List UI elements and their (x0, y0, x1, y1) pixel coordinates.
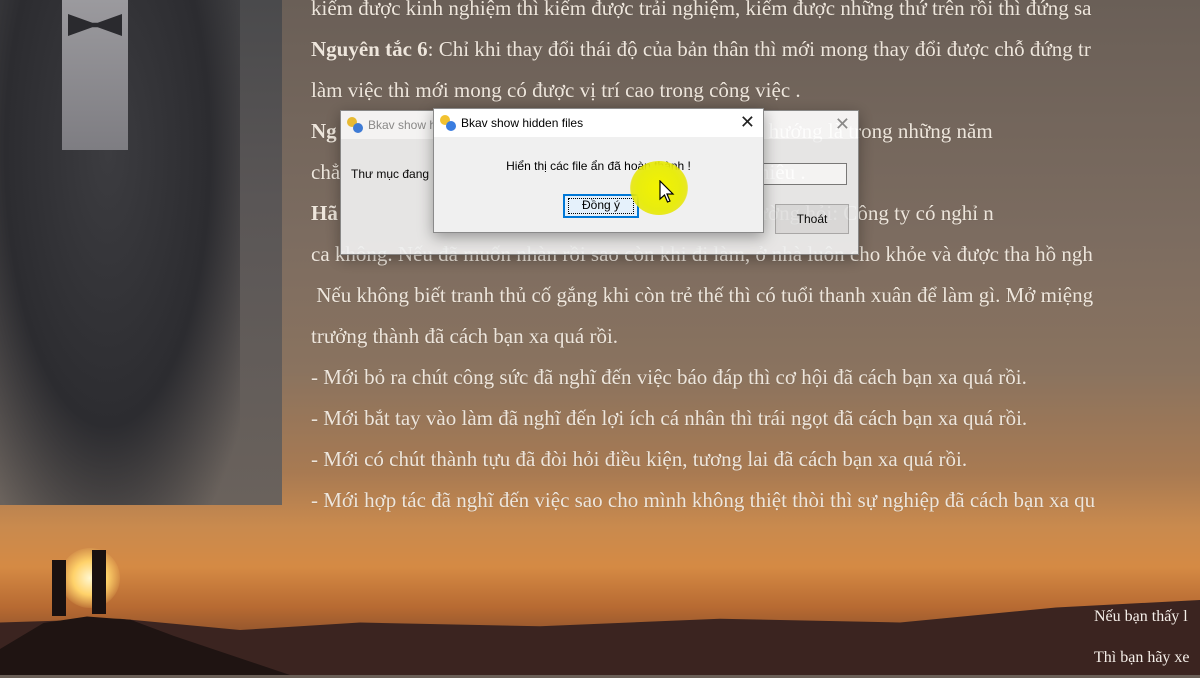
document-line: Nguyên tắc 6: Chỉ khi thay đổi thái độ c… (311, 29, 1200, 70)
document-line: - Mới có chút thành tựu đã đòi hỏi điều … (311, 439, 1200, 480)
focus-rect (568, 198, 634, 214)
document-line: - Mới bỏ ra chút công sức đã nghĩ đến vi… (311, 357, 1200, 398)
bottom-line-1: Nếu bạn thấy l (1094, 608, 1188, 625)
document-line: kiếm được kinh nghiệm thì kiếm được trải… (311, 0, 1200, 29)
document-line-text: - Mới bắt tay vào làm đã nghĩ đến lợi íc… (311, 406, 1028, 430)
person-silhouette-right (92, 550, 106, 614)
close-icon[interactable]: ✕ (740, 112, 755, 132)
completion-message: Hiển thị các file ẩn đã hoàn thành ! (506, 159, 691, 173)
document-line-bold: Nguyên tắc 6 (311, 37, 428, 61)
document-line: làm việc thì mới mong có được vị trí cao… (311, 70, 1200, 111)
bkav-app-icon (347, 117, 363, 133)
document-line-text: - Mới bỏ ra chút công sức đã nghĩ đến vi… (311, 365, 1027, 389)
bottom-caption: Nếu bạn thấy l Thì bạn hãy xe (1094, 596, 1190, 678)
exit-button[interactable]: Thoát (775, 204, 849, 234)
document-line: trưởng thành đã cách bạn xa quá rồi. (311, 316, 1200, 357)
bottom-line-2: Thì bạn hãy xe (1094, 649, 1190, 666)
document-text: kiếm được kinh nghiệm thì kiếm được trải… (311, 0, 1200, 521)
person-silhouette-left (52, 560, 66, 616)
folder-path-input[interactable] (761, 163, 847, 185)
document-line: Nếu không biết tranh thủ cố gắng khi còn… (311, 275, 1200, 316)
document-line-text: kiếm được kinh nghiệm thì kiếm được trải… (311, 0, 1092, 20)
document-line-text: Nếu không biết tranh thủ cố gắng khi còn… (311, 283, 1094, 307)
ok-button[interactable]: Đồng ý (563, 194, 639, 218)
document-line-text: làm việc thì mới mong có được vị trí cao… (311, 78, 801, 102)
document-line-bold: Hã (311, 201, 338, 225)
front-dialog-titlebar[interactable]: Bkav show hidden files ✕ (434, 109, 763, 137)
front-dialog-title: Bkav show hidden files (461, 116, 584, 130)
document-line-text: : Chỉ khi thay đổi thái độ của bản thân … (427, 37, 1091, 61)
document-line: - Mới hợp tác đã nghĩ đến việc sao cho m… (311, 480, 1200, 521)
bkav-app-icon (440, 115, 456, 131)
back-dialog-title: Bkav show hi (368, 118, 439, 132)
portrait-background (0, 0, 282, 505)
close-icon[interactable]: ✕ (835, 114, 850, 134)
document-line: - Mới bắt tay vào làm đã nghĩ đến lợi íc… (311, 398, 1200, 439)
document-line-text: - Mới có chút thành tựu đã đòi hỏi điều … (311, 447, 968, 471)
mouse-pointer-icon (659, 180, 675, 203)
document-line-text: trưởng thành đã cách bạn xa quá rồi. (311, 324, 619, 348)
document-line-bold: Ng (311, 119, 337, 143)
sun-glow (60, 548, 120, 608)
front-dialog-body: Hiển thị các file ẩn đã hoàn thành ! Đồn… (434, 137, 763, 232)
document-line-text: - Mới hợp tác đã nghĩ đến việc sao cho m… (311, 488, 1096, 512)
front-dialog-window: Bkav show hidden files ✕ Hiển thị các fi… (433, 108, 764, 233)
